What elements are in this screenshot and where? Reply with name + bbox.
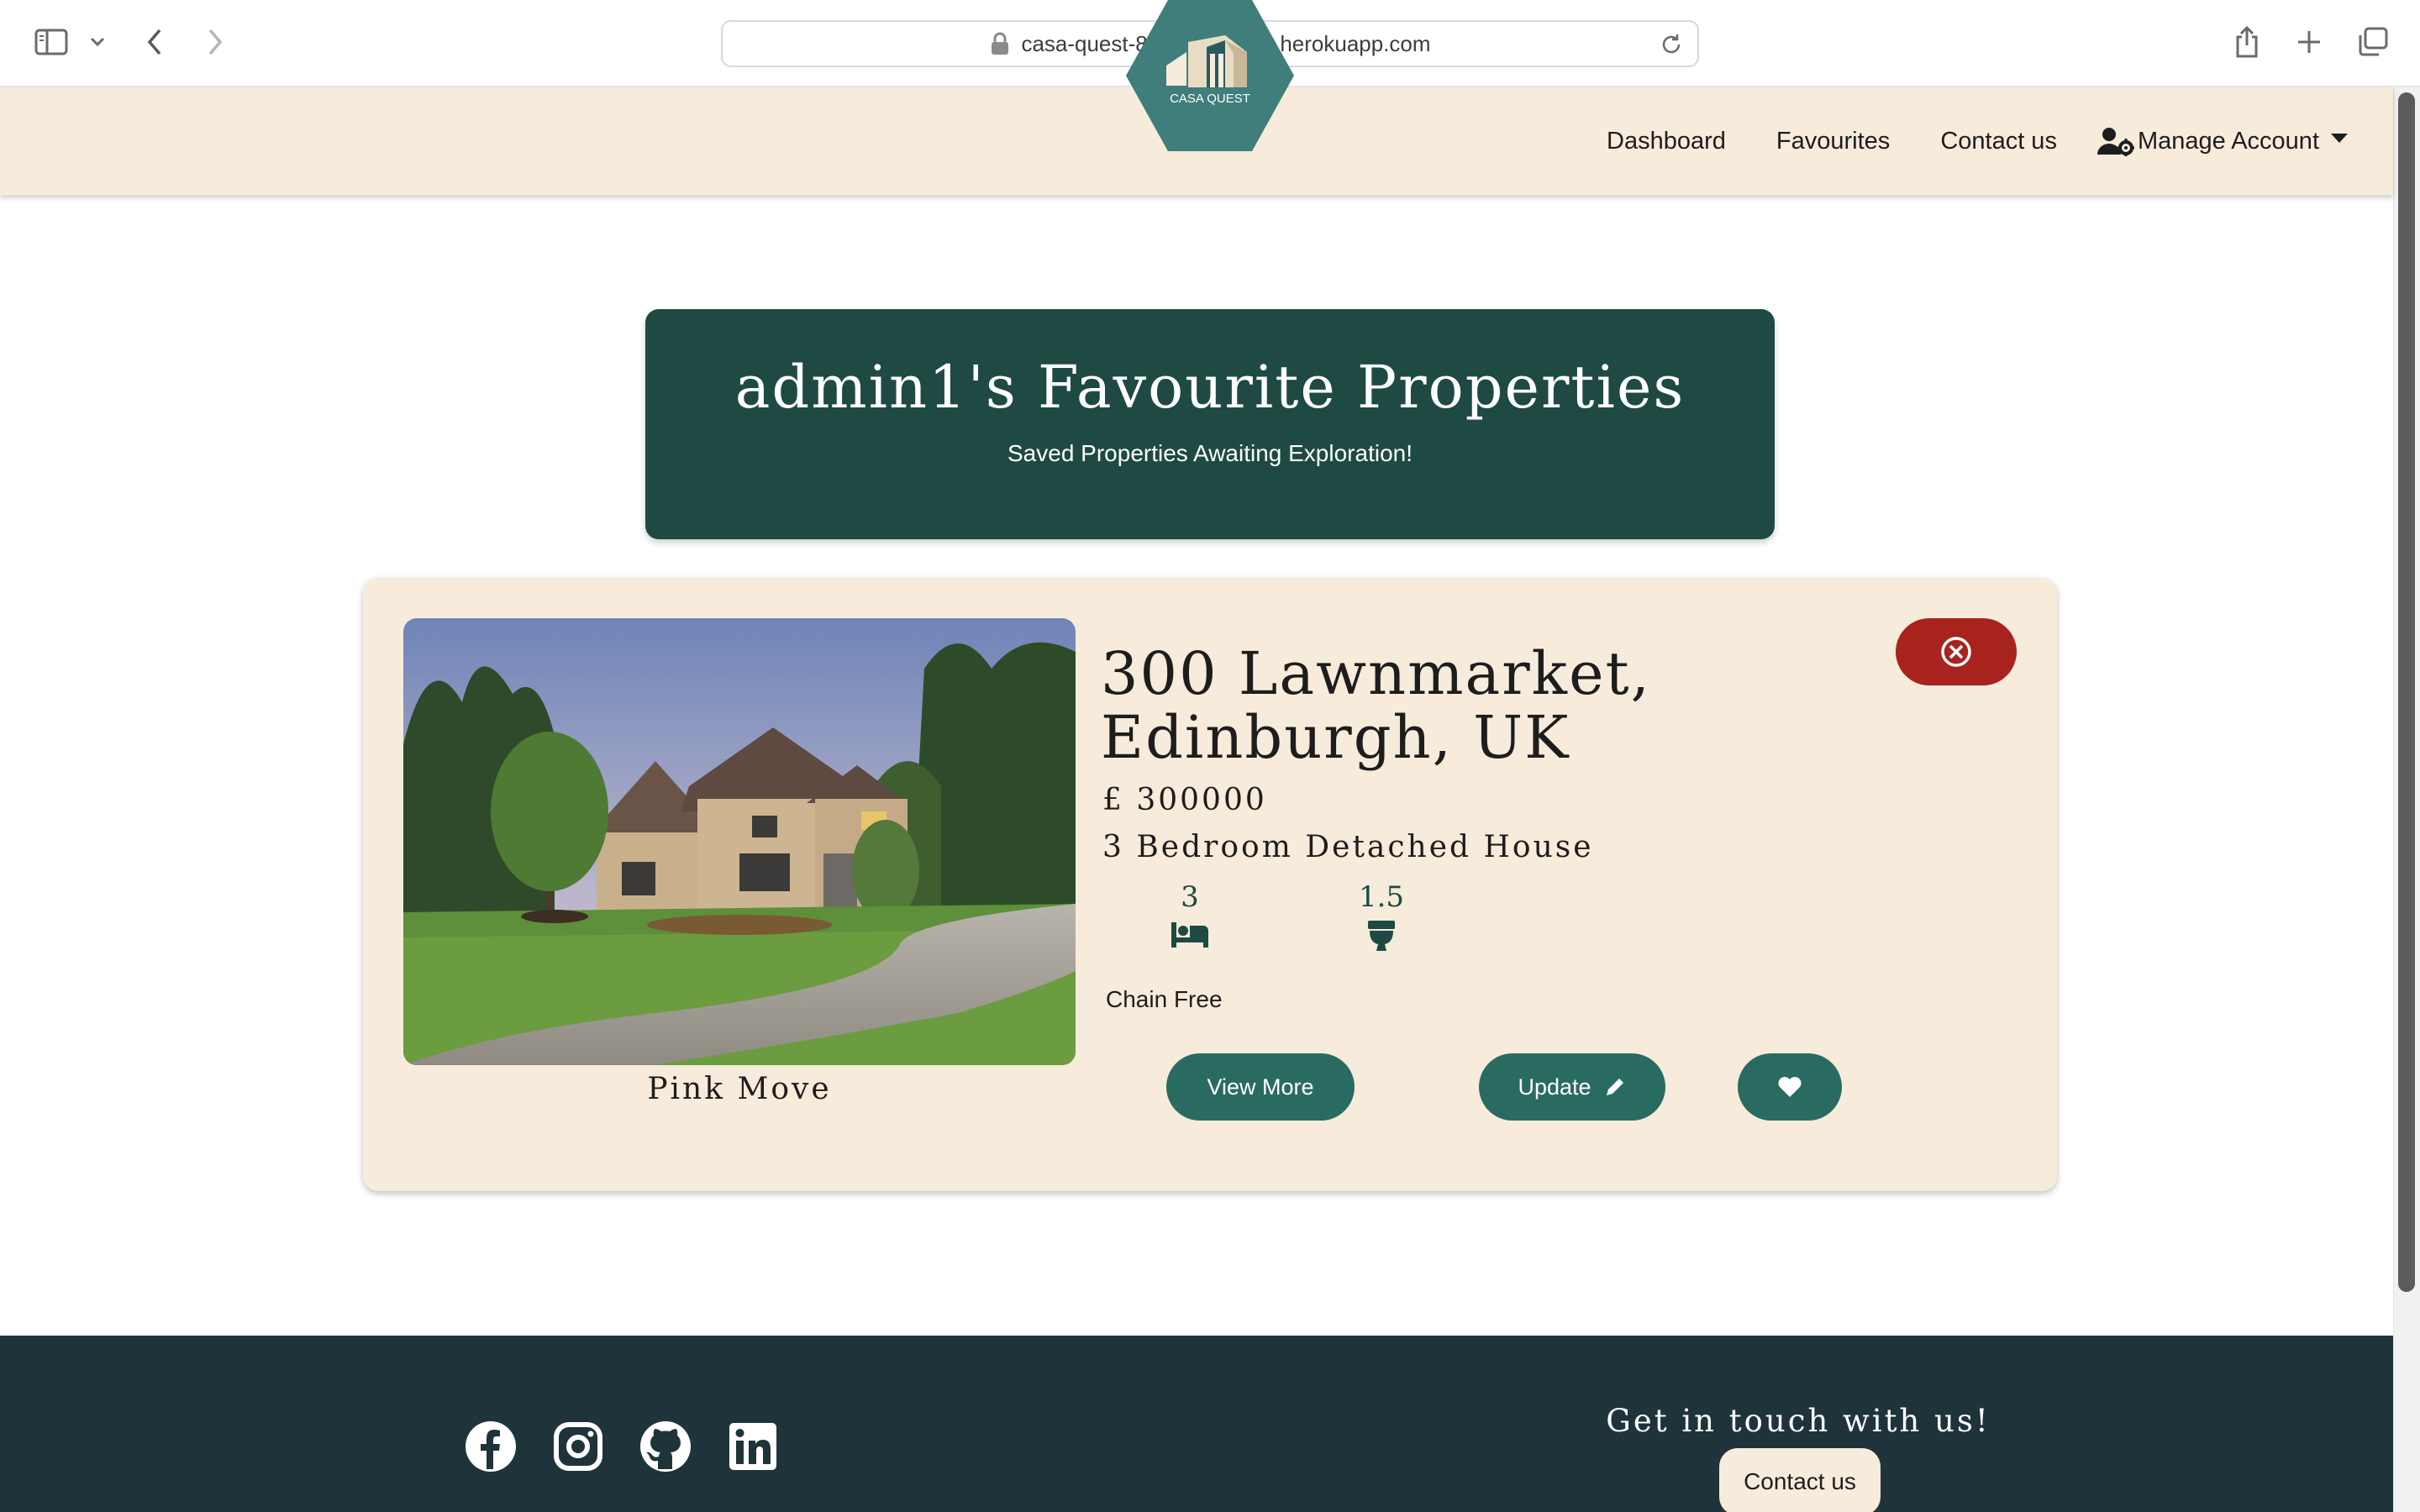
chevron-down-icon[interactable] — [87, 32, 108, 52]
instagram-icon[interactable] — [551, 1420, 605, 1473]
nav-favourites-link[interactable]: Favourites — [1776, 128, 1890, 155]
caret-down-icon — [2331, 133, 2348, 143]
pencil-icon — [1606, 1079, 1623, 1095]
property-type: 3 Bedroom Detached House — [1102, 830, 1594, 864]
heart-icon — [1778, 1077, 1802, 1097]
linkedin-icon[interactable] — [726, 1420, 780, 1473]
bed-icon — [1171, 922, 1208, 948]
footer-heading: Get in touch with us! — [1606, 1403, 1991, 1439]
chain-status: Chain Free — [1106, 986, 1223, 1012]
nav-links: Dashboard Favourites Contact us Manage A… — [1556, 87, 2348, 195]
manage-account-dropdown[interactable]: Manage Account — [2096, 126, 2348, 156]
forward-icon[interactable] — [200, 25, 230, 59]
property-price: £ 300000 — [1102, 783, 1267, 817]
bedrooms-count: 3 — [1181, 880, 1199, 914]
manage-account-label: Manage Account — [2137, 127, 2319, 155]
favourites-banner: admin1's Favourite Properties Saved Prop… — [645, 309, 1775, 539]
toilet-icon — [1368, 921, 1395, 951]
favourite-button[interactable] — [1738, 1053, 1842, 1121]
casa-quest-logo[interactable]: CASA QUEST — [1126, 0, 1294, 151]
share-icon[interactable] — [2230, 24, 2264, 60]
page-scrollbar-thumb[interactable] — [2398, 92, 2415, 1292]
property-photo[interactable] — [403, 618, 1076, 1065]
view-more-label: View More — [1207, 1074, 1314, 1100]
agent-name: Pink Move — [647, 1072, 832, 1106]
logo-text: CASA QUEST — [1170, 92, 1250, 106]
view-more-button[interactable]: View More — [1166, 1053, 1355, 1121]
reload-icon[interactable] — [1659, 32, 1684, 57]
facebook-icon[interactable] — [464, 1420, 518, 1473]
page-title: admin1's Favourite Properties — [734, 353, 1686, 422]
footer-contact-button[interactable]: Contact us — [1719, 1448, 1881, 1512]
new-tab-icon[interactable] — [2292, 25, 2326, 59]
property-address: 300 Lawnmarket, Edinburgh, UK — [1101, 639, 1651, 772]
update-label: Update — [1518, 1074, 1591, 1100]
close-circle-icon — [1941, 637, 1971, 667]
nav-dashboard-link[interactable]: Dashboard — [1607, 128, 1726, 155]
remove-favourite-button[interactable] — [1896, 618, 2017, 685]
page-subtitle: Saved Properties Awaiting Exploration! — [1007, 440, 1413, 466]
site-footer: Get in touch with us! Contact us — [0, 1336, 2393, 1512]
footer-contact-label: Contact us — [1744, 1468, 1856, 1494]
back-icon[interactable] — [139, 25, 170, 59]
property-card: Pink Move 300 Lawnmarket, Edinburgh, UK … — [363, 578, 2057, 1191]
user-gear-icon — [2096, 128, 2134, 156]
github-icon[interactable] — [639, 1420, 692, 1473]
lock-icon — [992, 32, 1009, 55]
bathrooms-count: 1.5 — [1358, 880, 1405, 914]
bathrooms-stat: 1.5 — [1331, 880, 1432, 953]
update-button[interactable]: Update — [1479, 1053, 1665, 1121]
bedrooms-stat: 3 — [1139, 880, 1240, 949]
sidebar-toggle-icon[interactable] — [34, 27, 69, 57]
tab-overview-icon[interactable] — [2354, 25, 2391, 59]
nav-contact-link[interactable]: Contact us — [1940, 128, 2057, 155]
